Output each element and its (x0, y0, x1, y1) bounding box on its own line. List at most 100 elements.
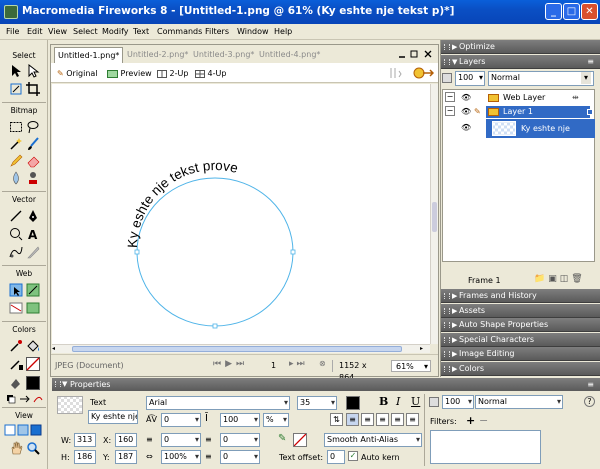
pencil-tool-icon[interactable] (9, 154, 23, 168)
scale-tool-icon[interactable] (9, 82, 23, 96)
font-size-select[interactable]: 35 (297, 396, 337, 410)
subselection-tool-icon[interactable] (26, 63, 40, 78)
crop-tool-icon[interactable] (26, 82, 40, 96)
magic-wand-icon[interactable] (9, 137, 23, 151)
panel-options-icon[interactable]: ≡ (587, 55, 594, 69)
leading-field[interactable]: 100 (220, 413, 260, 427)
quick-export-icon[interactable] (412, 66, 435, 80)
space-before-field[interactable]: 0 (220, 433, 260, 447)
font-family-select[interactable]: Arial (146, 396, 290, 410)
auto-kern-checkbox[interactable]: ✓ (348, 451, 358, 461)
hand-tool-icon[interactable] (9, 441, 23, 455)
scroll-right-icon[interactable]: ▸ (420, 346, 428, 352)
slice-tool-icon[interactable] (26, 283, 40, 297)
panel-auto-shape-header[interactable]: ▶ Auto Shape Properties (441, 318, 600, 332)
panel-special-characters-header[interactable]: ▶ Special Characters (441, 333, 600, 347)
loop-icon[interactable]: ⊗ (319, 359, 326, 368)
eraser-tool-icon[interactable] (26, 154, 40, 168)
underline-button[interactable]: U (411, 395, 420, 408)
align-center-icon[interactable]: ≡ (361, 413, 374, 426)
vertical-scroll-thumb[interactable] (432, 202, 437, 232)
knife-tool-icon[interactable] (26, 245, 40, 259)
frame-playback-controls[interactable]: ⏮▶⏭ (213, 359, 248, 369)
filters-list[interactable] (430, 430, 541, 464)
opacity-field[interactable]: 100 (442, 395, 474, 409)
justify-icon[interactable]: ≡ (391, 413, 404, 426)
menu-window[interactable]: Window (237, 27, 269, 36)
tab-untitled-4[interactable]: Untitled-4.png* (256, 47, 323, 63)
minimize-button[interactable]: _ (545, 3, 562, 20)
document-canvas[interactable]: Ky eshte nje tekst prove (52, 84, 430, 344)
object-row[interactable]: 👁 Ky eshte nje tekst... (442, 119, 595, 147)
line-tool-icon[interactable] (9, 209, 23, 223)
eye-icon[interactable]: 👁 (461, 105, 471, 119)
pen-tool-icon[interactable] (26, 209, 40, 223)
panel-frames-history-header[interactable]: ▶ Frames and History (441, 289, 600, 303)
menu-view[interactable]: View (48, 27, 67, 36)
x-field[interactable]: 160 (115, 433, 137, 447)
menu-help[interactable]: Help (274, 27, 292, 36)
text-direction-icon[interactable]: ⇅ (330, 413, 343, 426)
preview-frame-icon[interactable] (388, 66, 402, 80)
align-right-icon[interactable]: ≡ (376, 413, 389, 426)
view-2up-button[interactable]: 2-Up (157, 67, 188, 81)
zoom-select[interactable]: 61% ▾ (391, 360, 431, 372)
stroke-color-icon[interactable] (9, 357, 23, 371)
view-preview-button[interactable]: Preview (107, 67, 152, 81)
align-left-icon[interactable]: ≡ (346, 413, 359, 426)
scroll-left-icon[interactable]: ◂ (52, 346, 60, 352)
view-4up-button[interactable]: 4-Up (195, 67, 226, 81)
panel-image-editing-header[interactable]: ▶ Image Editing (441, 347, 600, 361)
horizontal-scrollbar[interactable]: ◂ ▸ (52, 344, 430, 353)
ellipse-tool-icon[interactable] (9, 227, 23, 241)
height-field[interactable]: 186 (74, 450, 96, 464)
close-button[interactable]: ✕ (581, 3, 598, 20)
text-offset-field[interactable]: 0 (327, 450, 345, 464)
pointer-tool-icon[interactable] (9, 64, 23, 78)
lock-icon[interactable]: ⇹ (572, 91, 579, 105)
layer-action-icons[interactable]: 📁▣◫🗑 (534, 274, 586, 284)
antialias-select[interactable]: Smooth Anti-Alias (324, 433, 422, 447)
layer-1-row[interactable]: − 👁 ✎ Layer 1 (442, 105, 595, 119)
panel-colors-header[interactable]: ▶ Colors (441, 362, 600, 376)
horizontal-scroll-thumb[interactable] (72, 346, 402, 352)
text-color-swatch[interactable] (346, 396, 360, 410)
panel-assets-header[interactable]: ▶ Assets (441, 304, 600, 318)
show-slices-icon[interactable] (26, 301, 40, 315)
zoom-tool-icon[interactable] (26, 441, 40, 455)
menu-text[interactable]: Text (133, 27, 149, 36)
kerning-field[interactable]: 0 (161, 413, 201, 427)
layer-opacity-field[interactable]: 100 ▾ (455, 71, 485, 86)
rubber-stamp-icon[interactable] (26, 171, 40, 185)
frame-step-controls[interactable]: ▸⏭ (289, 359, 308, 369)
menu-filters[interactable]: Filters (205, 27, 229, 36)
horizontal-scale-field[interactable]: 100% (161, 450, 201, 464)
properties-header[interactable]: ▼ Properties ≡ (52, 378, 600, 391)
tab-untitled-2[interactable]: Untitled-2.png* (124, 47, 191, 63)
menu-modify[interactable]: Modify (102, 27, 129, 36)
layer-blend-select[interactable]: Normal ▾ (488, 71, 594, 86)
add-filter-icon[interactable]: + (466, 414, 475, 427)
stretch-icon[interactable]: ≡ (406, 413, 419, 426)
collapse-toggle-icon[interactable]: − (445, 106, 455, 116)
object-name-field[interactable]: Ky eshte nje (88, 410, 138, 424)
stroke-color-swatch[interactable] (293, 433, 307, 447)
blur-tool-icon[interactable] (9, 171, 23, 185)
paint-bucket-icon[interactable] (26, 339, 40, 353)
color-swap-icons[interactable] (6, 394, 44, 404)
view-original-button[interactable]: ✎ Original (57, 67, 98, 81)
leading-unit-select[interactable]: % (263, 413, 289, 427)
screen-mode-icons[interactable] (4, 423, 44, 437)
menu-edit[interactable]: Edit (27, 27, 43, 36)
menu-select[interactable]: Select (73, 27, 98, 36)
text-tool-icon[interactable]: A (26, 227, 40, 242)
space-after-field[interactable]: 0 (220, 450, 260, 464)
italic-button[interactable]: I (396, 395, 400, 408)
help-button[interactable]: ? (584, 396, 595, 407)
eye-icon[interactable]: 👁 (461, 121, 471, 135)
panel-options-icon[interactable]: ≡ (587, 378, 594, 391)
hide-slices-icon[interactable] (9, 301, 23, 315)
collapse-toggle-icon[interactable]: − (445, 92, 455, 102)
menu-file[interactable]: File (6, 27, 19, 36)
marquee-tool-icon[interactable] (9, 120, 23, 134)
